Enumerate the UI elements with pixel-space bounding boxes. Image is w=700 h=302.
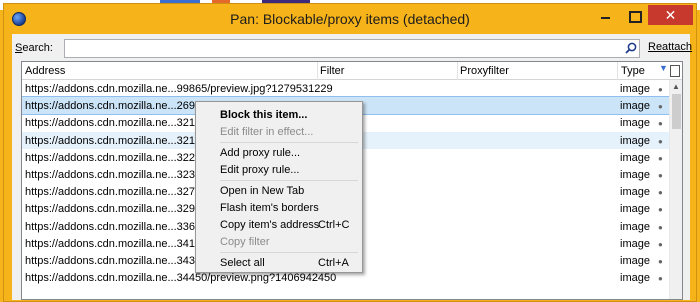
cell-address: https://addons.cdn.mozilla.ne...32114/ bbox=[25, 117, 210, 130]
state-dot-icon: ● bbox=[658, 239, 663, 249]
cell-type: image bbox=[620, 254, 650, 267]
cell-address: https://addons.cdn.mozilla.ne...32376/ bbox=[25, 168, 211, 181]
menu-item-shortcut: Ctrl+C bbox=[318, 219, 350, 231]
search-label: Search: bbox=[15, 42, 53, 54]
reattach-link[interactable]: Reattach bbox=[648, 41, 692, 53]
cell-type: image bbox=[620, 203, 650, 216]
state-dot-icon: ● bbox=[658, 188, 663, 198]
scroll-up-icon[interactable]: ▲ bbox=[672, 82, 680, 91]
title-bar[interactable]: Pan: Blockable/proxy items (detached) ✕ bbox=[4, 4, 696, 34]
state-dot-icon: ● bbox=[658, 222, 663, 232]
menu-separator bbox=[220, 252, 358, 253]
menu-item-block-item[interactable]: Block this item... bbox=[198, 106, 360, 123]
search-label-rest: earch: bbox=[22, 42, 53, 54]
menu-item-label: Edit proxy rule... bbox=[220, 164, 300, 176]
menu-item-label: Flash item's borders bbox=[220, 202, 319, 214]
state-dot-icon: ● bbox=[658, 102, 663, 112]
menu-item-label: Copy item's address bbox=[220, 219, 320, 231]
cell-address: https://addons.cdn.mozilla.ne...34162/ bbox=[25, 237, 211, 250]
menu-item-add-proxy-rule[interactable]: Add proxy rule... bbox=[198, 144, 360, 161]
menu-item-copy-address[interactable]: Copy item's address Ctrl+C bbox=[198, 216, 360, 233]
state-dot-icon: ● bbox=[658, 136, 663, 146]
cell-type: image bbox=[620, 100, 650, 113]
column-divider[interactable] bbox=[457, 62, 458, 80]
search-input[interactable] bbox=[64, 39, 640, 58]
column-header-proxyfilter[interactable]: Proxyfilter bbox=[460, 65, 509, 77]
cell-address: https://addons.cdn.mozilla.ne...34450/pr… bbox=[25, 272, 337, 285]
state-dot-icon: ● bbox=[658, 256, 663, 266]
menu-item-open-new-tab[interactable]: Open in New Tab bbox=[198, 182, 360, 199]
context-menu: Block this item... Edit filter in effect… bbox=[195, 101, 363, 273]
cell-address: https://addons.cdn.mozilla.ne...99865/pr… bbox=[25, 83, 333, 95]
menu-item-select-all[interactable]: Select all Ctrl+A bbox=[198, 254, 360, 271]
maximize-button[interactable] bbox=[620, 5, 647, 25]
cell-type: image bbox=[620, 151, 650, 164]
vertical-scrollbar[interactable]: ▲ bbox=[669, 80, 682, 299]
state-dot-icon: ● bbox=[658, 119, 663, 129]
cell-type: image bbox=[620, 237, 650, 250]
column-header-type[interactable]: Type bbox=[621, 65, 645, 77]
cell-type: image bbox=[620, 220, 650, 233]
menu-separator bbox=[220, 180, 358, 181]
cell-type: image bbox=[620, 186, 650, 199]
magnifier-icon[interactable] bbox=[625, 42, 637, 54]
column-picker-icon[interactable] bbox=[670, 65, 680, 77]
state-dot-icon: ● bbox=[658, 274, 663, 284]
menu-item-shortcut: Ctrl+A bbox=[318, 257, 349, 269]
cell-address: https://addons.cdn.mozilla.ne...34360/ bbox=[25, 254, 211, 267]
state-dot-icon: ● bbox=[658, 170, 663, 180]
cell-address: https://addons.cdn.mozilla.ne...32218/ bbox=[25, 151, 211, 164]
cell-address: https://addons.cdn.mozilla.ne...32950/ bbox=[25, 203, 211, 216]
menu-item-label: Copy filter bbox=[220, 236, 270, 248]
menu-item-edit-filter: Edit filter in effect... bbox=[198, 123, 360, 140]
close-icon: ✕ bbox=[664, 7, 677, 23]
cell-type: image bbox=[620, 83, 650, 95]
cell-address: https://addons.cdn.mozilla.ne...32160/ bbox=[25, 134, 211, 147]
state-dot-icon: ● bbox=[658, 85, 663, 94]
column-divider[interactable] bbox=[617, 62, 618, 80]
table-row[interactable]: https://addons.cdn.mozilla.ne...99865/pr… bbox=[22, 80, 669, 97]
cell-address: https://addons.cdn.mozilla.ne...33690/ bbox=[25, 220, 211, 233]
menu-item-label: Open in New Tab bbox=[220, 185, 305, 197]
sort-descending-icon[interactable]: ▼ bbox=[659, 63, 669, 79]
menu-separator bbox=[220, 142, 358, 143]
cell-type: image bbox=[620, 168, 650, 181]
minimize-button[interactable] bbox=[592, 5, 619, 25]
column-header-filter[interactable]: Filter bbox=[320, 65, 344, 77]
column-header-address[interactable]: Address bbox=[25, 65, 65, 77]
menu-item-label: Select all bbox=[220, 257, 265, 269]
menu-item-label: Add proxy rule... bbox=[220, 147, 301, 159]
menu-item-label: Block this item... bbox=[220, 109, 308, 121]
cell-type: image bbox=[620, 134, 650, 147]
scrollbar-thumb[interactable] bbox=[672, 94, 681, 129]
state-dot-icon: ● bbox=[658, 153, 663, 163]
menu-item-flash-borders[interactable]: Flash item's borders bbox=[198, 199, 360, 216]
state-dot-icon: ● bbox=[658, 205, 663, 215]
menu-item-copy-filter: Copy filter bbox=[198, 233, 360, 250]
menu-item-edit-proxy-rule[interactable]: Edit proxy rule... bbox=[198, 161, 360, 178]
menu-item-label: Edit filter in effect... bbox=[220, 126, 314, 138]
cell-type: image bbox=[620, 117, 650, 130]
column-divider[interactable] bbox=[317, 62, 318, 80]
cell-type: image bbox=[620, 272, 650, 285]
close-button[interactable]: ✕ bbox=[648, 5, 693, 25]
list-header: Address Filter Proxyfilter Type ▼ bbox=[22, 62, 682, 80]
cell-address: https://addons.cdn.mozilla.ne...32742/ bbox=[25, 186, 211, 199]
